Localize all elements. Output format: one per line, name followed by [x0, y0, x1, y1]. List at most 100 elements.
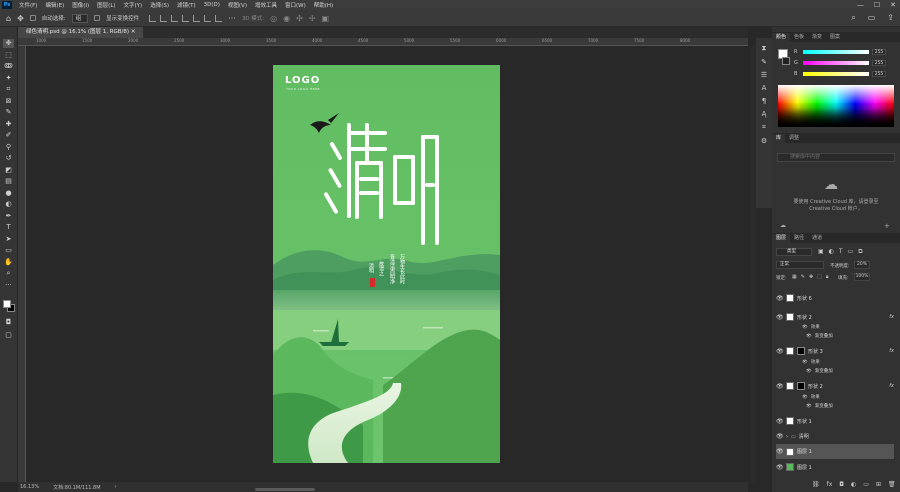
status-arrow-icon[interactable]: ›	[115, 484, 117, 490]
transform-icon[interactable]: ⌗	[762, 123, 766, 132]
menu-layer[interactable]: 图层(L)	[93, 1, 119, 9]
tab-channels[interactable]: 通道	[808, 234, 826, 243]
lock-transparent-icon[interactable]: ▦	[792, 274, 797, 280]
blue-value[interactable]: 255	[872, 70, 886, 77]
pen-tool[interactable]: ✒	[3, 212, 14, 221]
layer-name[interactable]: 图层 1	[797, 448, 812, 455]
tab-adjustments[interactable]: 调整	[785, 134, 803, 143]
menu-type[interactable]: 文字(Y)	[120, 1, 147, 9]
opacity-value[interactable]: 20%	[854, 261, 870, 269]
horizontal-scrollbar[interactable]	[255, 488, 315, 491]
layer-filter-dropdown[interactable]: 类型	[776, 248, 812, 256]
brush-settings-icon[interactable]: ✎	[761, 58, 767, 66]
poster-artboard[interactable]: LOGO YOUR LOGO HERE 万物生长此时 皆清洁而明净 故谓之 清明	[273, 65, 500, 463]
zoom-level[interactable]: 16.13%	[20, 484, 39, 490]
show-transform-checkbox[interactable]	[94, 15, 101, 21]
align-right-icon[interactable]	[204, 14, 212, 22]
layer-name[interactable]: 形状 3	[808, 348, 823, 355]
foreground-color-swatch[interactable]	[3, 300, 11, 308]
menu-3d[interactable]: 3D(D)	[200, 2, 224, 8]
visibility-eye-icon[interactable]: 👁︎	[776, 295, 784, 302]
gradient-tool[interactable]: ▤	[3, 177, 14, 186]
visibility-eye-icon[interactable]: 👁︎	[806, 334, 812, 339]
lock-pixels-icon[interactable]: ✎	[801, 274, 805, 280]
move-tool[interactable]: ✥	[3, 39, 14, 48]
filter-smart-icon[interactable]: ⧉	[858, 248, 862, 256]
menu-plugins[interactable]: 增效工具	[251, 1, 281, 9]
screen-mode-icon[interactable]: ▢	[3, 331, 14, 340]
menu-help[interactable]: 帮助(H)	[310, 1, 337, 9]
visibility-eye-icon[interactable]: 👁︎	[802, 360, 808, 365]
shape-tool[interactable]: ▭	[3, 246, 14, 255]
adjust-icon[interactable]: ⚙	[761, 137, 767, 145]
brush-tool[interactable]: ✐	[3, 131, 14, 140]
maximize-icon[interactable]: ☐	[874, 1, 880, 9]
menu-image[interactable]: 图像(I)	[68, 1, 93, 9]
visibility-eye-icon[interactable]: 👁︎	[776, 464, 784, 471]
layer-name[interactable]: 图层 1	[797, 464, 812, 471]
character-icon[interactable]: A	[762, 84, 767, 92]
layer-row[interactable]: 👁︎ 形状 3 fx	[776, 347, 894, 355]
menu-select[interactable]: 选择(S)	[146, 1, 173, 9]
filter-pixel-icon[interactable]: ▣	[818, 248, 824, 256]
auto-select-dropdown[interactable]: 组	[71, 13, 89, 23]
layer-name[interactable]: 形状 2	[808, 383, 823, 390]
visibility-eye-icon[interactable]: 👁︎	[806, 404, 812, 409]
visibility-eye-icon[interactable]: 👁︎	[776, 348, 784, 355]
library-search-input[interactable]: 搜索库中内容	[777, 153, 895, 162]
close-tab-icon[interactable]: ✕	[131, 29, 136, 35]
move-tool-icon[interactable]: ✥	[17, 14, 24, 23]
menu-edit[interactable]: 编辑(E)	[41, 1, 68, 9]
3d-orbit-icon[interactable]: ◎	[270, 14, 277, 23]
stamp-tool[interactable]: ⚲	[3, 143, 14, 152]
layer-group-row[interactable]: 👁︎ › ▭ 清明	[776, 433, 894, 440]
blend-mode-dropdown[interactable]: 正常	[776, 261, 824, 269]
fx-add-icon[interactable]: fx	[827, 481, 833, 488]
blue-bar[interactable]	[803, 71, 869, 76]
bg-color-chip[interactable]	[782, 57, 790, 65]
tab-color[interactable]: 颜色	[772, 33, 791, 42]
more-options-icon[interactable]: ···	[228, 14, 236, 23]
menu-file[interactable]: 文件(F)	[15, 1, 41, 9]
lock-all-icon[interactable]: 🔒︎	[826, 274, 829, 280]
layer-name[interactable]: 形状 1	[797, 418, 812, 425]
tab-libraries[interactable]: 库	[772, 134, 786, 143]
chevron-right-icon[interactable]: ›	[786, 434, 788, 440]
fx-icon[interactable]: fx	[889, 383, 894, 389]
distribute-icon[interactable]	[215, 14, 223, 22]
document-tab[interactable]: 绿色清明.psd @ 16.1% (图层 1, RGB/8) ✕	[18, 27, 144, 38]
history-brush-tool[interactable]: ↺	[3, 154, 14, 163]
tab-patterns[interactable]: 图案	[826, 33, 844, 42]
more-tools-icon[interactable]: ···	[3, 281, 14, 290]
fx-icon[interactable]: fx	[889, 314, 894, 320]
layer-row[interactable]: 👁︎ 形状 6	[776, 294, 894, 302]
visibility-eye-icon[interactable]: 👁︎	[802, 395, 808, 400]
effects-row[interactable]: 👁︎ 效果	[802, 324, 894, 331]
tab-gradients[interactable]: 渐变	[808, 33, 826, 42]
align-hcenter-icon[interactable]	[193, 14, 201, 22]
adjustment-layer-icon[interactable]: ◐	[851, 481, 856, 488]
blue-slider[interactable]: B 255	[794, 70, 898, 77]
3d-slide-icon[interactable]: ✢	[309, 14, 316, 23]
magic-wand-tool[interactable]: ✦	[3, 74, 14, 83]
3d-pan-icon[interactable]: ✣	[296, 14, 303, 23]
history-icon[interactable]: ⧗	[762, 44, 767, 53]
hand-tool[interactable]: ✋	[3, 258, 14, 267]
frame-tool[interactable]: ⊠	[3, 97, 14, 106]
color-spectrum[interactable]	[778, 85, 894, 127]
delete-layer-icon[interactable]: 🗑︎	[888, 481, 896, 488]
new-group-icon[interactable]: ▭	[863, 481, 869, 488]
gradient-overlay-row[interactable]: 👁︎ 渐变叠加	[806, 403, 898, 410]
effects-row[interactable]: 👁︎ 效果	[802, 359, 894, 366]
link-layers-icon[interactable]: ⛓︎	[812, 481, 820, 488]
filter-shape-icon[interactable]: ▭	[848, 248, 854, 256]
workspace-icon[interactable]: ▭	[868, 13, 876, 23]
fx-icon[interactable]: fx	[889, 348, 894, 354]
gradient-overlay-row[interactable]: 👁︎ 渐变叠加	[806, 368, 898, 375]
crop-tool[interactable]: ⌗	[3, 85, 14, 94]
red-slider[interactable]: R 255	[794, 48, 898, 55]
gradient-overlay-row[interactable]: 👁︎ 渐变叠加	[806, 333, 898, 340]
share-icon[interactable]: ⇪	[887, 13, 894, 23]
marquee-tool[interactable]: ⬚	[3, 51, 14, 60]
align-bottom-icon[interactable]	[171, 14, 179, 22]
